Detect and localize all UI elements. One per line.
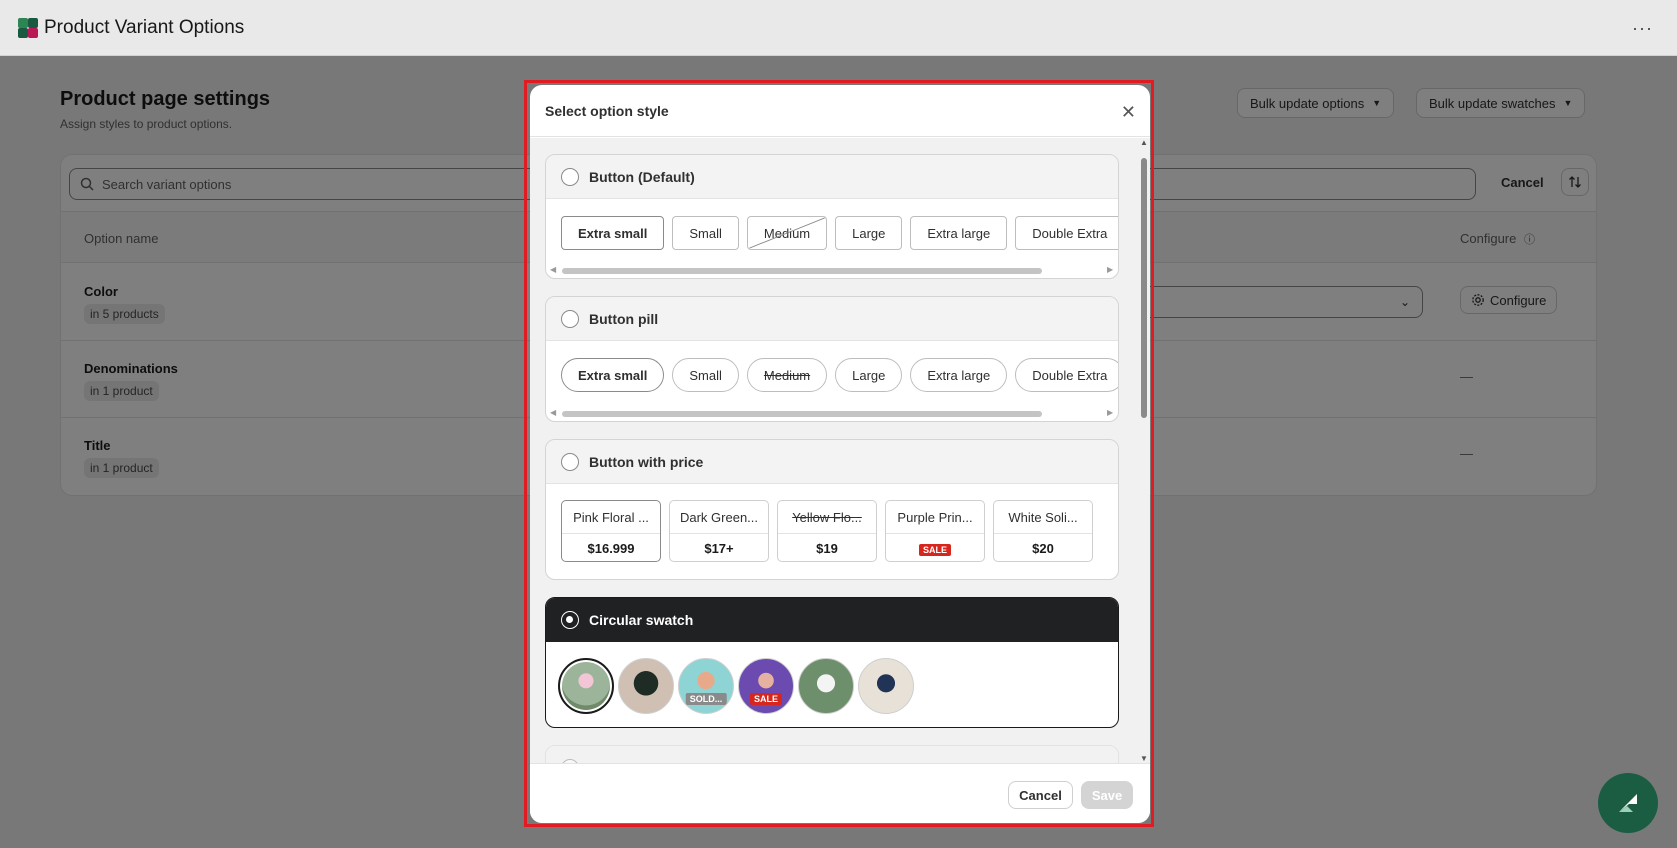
swatch-previews: SOLD... SALE <box>558 658 918 714</box>
option-label: Button with price <box>589 453 704 470</box>
swatch-image <box>858 658 914 714</box>
swatch-image <box>798 658 854 714</box>
sale-badge: SALE <box>749 693 783 705</box>
scroll-left-icon[interactable]: ◀ <box>550 408 556 417</box>
price-card-name: Pink Floral ... <box>562 501 660 534</box>
scrollbar-thumb[interactable] <box>562 268 1042 274</box>
scrollbar-thumb[interactable] <box>562 411 1042 417</box>
price-card-unavailable: Yellow Flo... $19 <box>777 500 877 562</box>
option-label: Button pill <box>589 310 659 327</box>
radio-button[interactable] <box>561 167 579 186</box>
option-label: Button (Default) <box>589 168 695 185</box>
swatch-image: SALE <box>738 658 794 714</box>
vertical-scrollbar[interactable]: ▲ ▼ <box>1140 138 1148 763</box>
swatch-image <box>618 658 674 714</box>
option-circular-swatch[interactable]: Circular swatch SOLD... SALE <box>545 597 1119 728</box>
price-card-name: White Soli... <box>994 501 1092 534</box>
preview-chip: Large <box>835 216 903 250</box>
option-label: Circular swatch <box>589 612 694 628</box>
preview-chip: Small <box>672 216 739 250</box>
price-card-name: Purple Prin... <box>886 501 984 534</box>
sale-badge: SALE <box>918 544 951 556</box>
brand-mark-icon <box>1619 794 1637 812</box>
scroll-down-icon[interactable]: ▼ <box>1140 754 1148 763</box>
close-icon[interactable]: ✕ <box>1121 102 1136 123</box>
preview-chips: Extra small Small Medium Large Extra lar… <box>561 358 1118 392</box>
save-button[interactable]: Save <box>1081 781 1133 809</box>
price-card-price: $17+ <box>704 541 734 556</box>
preview-chip: Extra small <box>561 358 665 392</box>
option-header[interactable] <box>546 746 1118 763</box>
option-header[interactable]: Circular swatch <box>546 598 1118 642</box>
preview-chip: Large <box>835 358 903 392</box>
horizontal-scrollbar[interactable]: ◀ ▶ <box>550 265 1113 275</box>
price-card: Pink Floral ... $16.999 <box>561 500 661 562</box>
price-card-price: $16.999 <box>587 541 635 556</box>
preview-chip-unavailable: Medium <box>746 216 828 250</box>
support-fab-icon[interactable] <box>1598 773 1658 833</box>
preview-chip: Extra large <box>910 216 1008 250</box>
price-card: White Soli... $20 <box>993 500 1093 562</box>
preview-chip: Extra small <box>561 216 665 250</box>
preview-chip: Double Extra <box>1015 216 1118 250</box>
scrollbar-thumb[interactable] <box>1141 158 1147 418</box>
price-card: Dark Green... $17+ <box>669 500 769 562</box>
modal-title: Select option style <box>545 102 669 119</box>
option-header[interactable]: Button with price <box>546 440 1118 484</box>
scroll-right-icon[interactable]: ▶ <box>1107 265 1113 274</box>
option-header[interactable]: Button (Default) <box>546 155 1118 199</box>
radio-button[interactable] <box>561 309 579 328</box>
cancel-button[interactable]: Cancel <box>1008 781 1073 809</box>
modal-header: Select option style ✕ <box>530 85 1150 137</box>
horizontal-scrollbar[interactable]: ◀ ▶ <box>550 408 1113 418</box>
option-header[interactable]: Button pill <box>546 297 1118 341</box>
price-card: Purple Prin... SALE <box>885 500 985 562</box>
radio-button-selected[interactable] <box>561 611 579 629</box>
modal-body[interactable]: Button (Default) Extra small Small Mediu… <box>530 138 1150 763</box>
preview-chip: Double Extra <box>1015 358 1118 392</box>
price-cards: Pink Floral ... $16.999 Dark Green... $1… <box>561 500 1101 562</box>
unavailable-slash <box>749 217 825 249</box>
select-option-style-modal: Select option style ✕ Button (Default) E… <box>530 85 1150 823</box>
price-card-price: $20 <box>1032 541 1054 556</box>
price-card-name: Yellow Flo... <box>778 501 876 534</box>
radio-button[interactable] <box>561 452 579 471</box>
option-button-pill[interactable]: Button pill Extra small Small Medium Lar… <box>545 296 1119 422</box>
sold-out-badge: SOLD... <box>685 693 727 705</box>
preview-chip-unavailable: Medium <box>746 358 828 392</box>
swatch-image: SOLD... <box>678 658 734 714</box>
preview-chip: Extra large <box>910 358 1008 392</box>
preview-chips: Extra small Small Medium Large Extra lar… <box>561 216 1118 250</box>
preview-chip: Small <box>672 358 739 392</box>
price-card-sale: SALE <box>886 541 984 556</box>
scroll-left-icon[interactable]: ◀ <box>550 265 556 274</box>
price-card-name: Dark Green... <box>670 501 768 534</box>
header-backdrop <box>0 0 1677 56</box>
option-button-default[interactable]: Button (Default) Extra small Small Mediu… <box>545 154 1119 279</box>
scroll-right-icon[interactable]: ▶ <box>1107 408 1113 417</box>
option-next-partial[interactable] <box>545 745 1119 763</box>
scroll-up-icon[interactable]: ▲ <box>1140 138 1148 147</box>
modal-footer: Cancel Save <box>530 763 1150 823</box>
price-card-price: $19 <box>816 541 838 556</box>
swatch-image <box>558 658 614 714</box>
option-button-with-price[interactable]: Button with price Pink Floral ... $16.99… <box>545 439 1119 580</box>
